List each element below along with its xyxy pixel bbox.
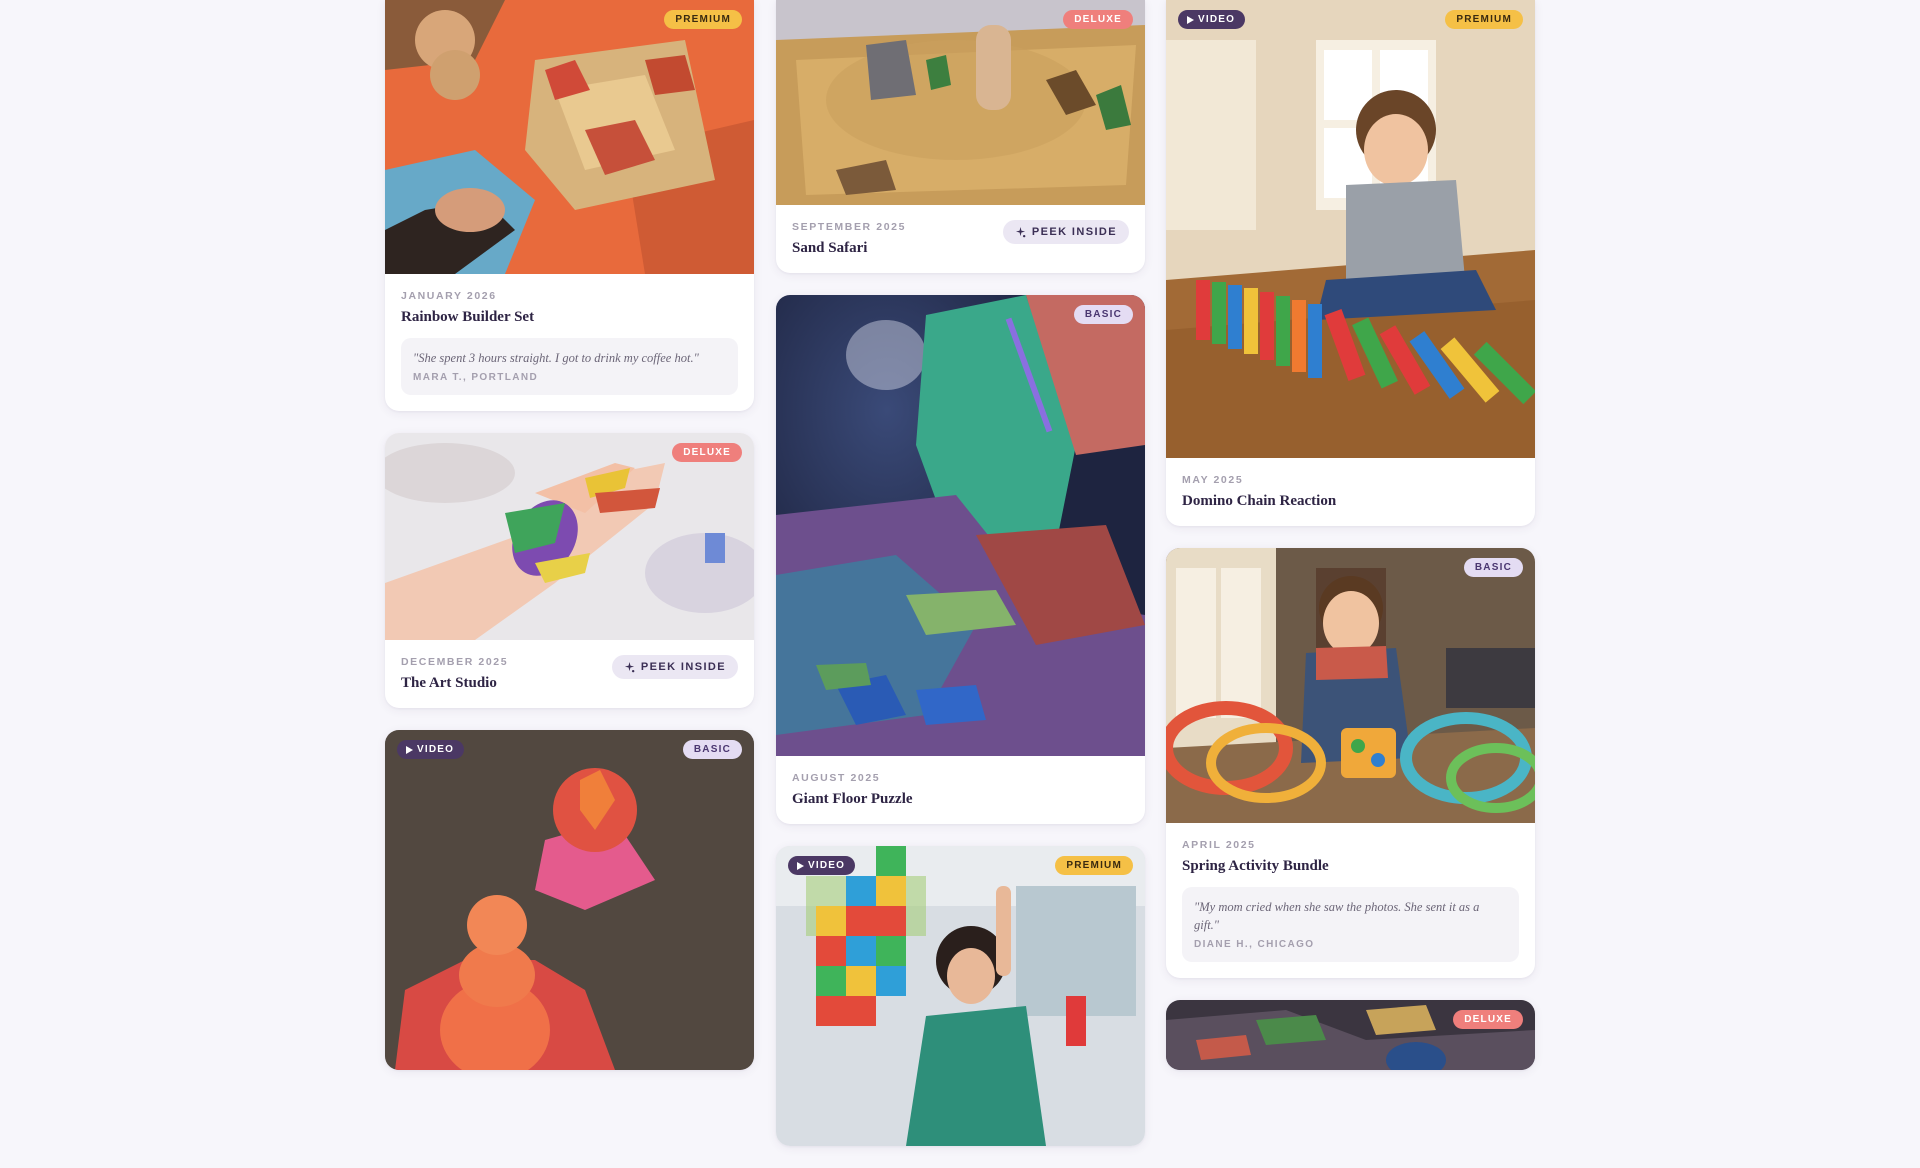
card-info: JANUARY 2026 Rainbow Builder Set "She sp…: [385, 274, 754, 411]
tier-badge: PREMIUM: [664, 10, 742, 29]
clay-figures-photo: [385, 730, 754, 1070]
tier-badge: BASIC: [1463, 558, 1523, 577]
box-photo[interactable]: BASIC: [776, 295, 1145, 756]
box-photo[interactable]: DELUXE: [776, 0, 1145, 205]
box-date: MAY 2025: [1182, 474, 1244, 486]
card-info: AUGUST 2025 Giant Floor Puzzle: [776, 756, 1145, 824]
box-card-giant-floor-puzzle[interactable]: BASIC AUGUST 2025 Giant Floor Puzzle: [776, 295, 1145, 824]
tier-badge: DELUXE: [672, 443, 742, 462]
slinky-child-photo: [1166, 548, 1535, 823]
box-title[interactable]: Giant Floor Puzzle: [792, 791, 1129, 808]
box-photo[interactable]: VIDEO PREMIUM: [1166, 0, 1535, 458]
box-card-domino-chain-reaction[interactable]: VIDEO PREMIUM MAY 2025 Domino Chain Reac…: [1166, 0, 1535, 526]
box-date: JANUARY 2026: [401, 290, 497, 302]
painted-hand-photo: [385, 433, 754, 640]
card-info: DECEMBER 2025 The Art Studio PEEK INSIDE: [385, 640, 754, 708]
play-icon: [406, 745, 413, 754]
box-card-clay-video[interactable]: VIDEO BASIC: [385, 730, 754, 1070]
testimonial-text: "She spent 3 hours straight. I got to dr…: [413, 351, 699, 365]
video-indicator[interactable]: VIDEO: [788, 856, 856, 875]
play-icon: [1187, 15, 1194, 24]
box-card-sand-safari[interactable]: DELUXE SEPTEMBER 2025 Sand Safari PEEK I…: [776, 0, 1145, 273]
box-title[interactable]: Spring Activity Bundle: [1182, 858, 1519, 875]
tier-badge: DELUXE: [1063, 10, 1133, 29]
box-photo[interactable]: BASIC: [1166, 548, 1535, 823]
box-card-the-art-studio[interactable]: DELUXE DECEMBER 2025 The Art Studio PEEK…: [385, 433, 754, 708]
card-info: SEPTEMBER 2025 Sand Safari PEEK INSIDE: [776, 205, 1145, 273]
box-photo[interactable]: DELUXE: [385, 433, 754, 640]
box-title[interactable]: Rainbow Builder Set: [401, 309, 738, 326]
box-date: AUGUST 2025: [792, 772, 881, 784]
box-photo[interactable]: DELUXE: [1166, 1000, 1535, 1070]
box-card-rainbow-builder-set[interactable]: PREMIUM JANUARY 2026 Rainbow Builder Set…: [385, 0, 754, 411]
sparkle-icon: [1015, 226, 1026, 237]
peek-inside-label: PEEK INSIDE: [1031, 226, 1117, 238]
box-date: APRIL 2025: [1182, 839, 1256, 851]
testimonial: "My mom cried when she saw the photos. S…: [1182, 887, 1519, 962]
testimonial-text: "My mom cried when she saw the photos. S…: [1194, 900, 1480, 932]
wooden-blocks-photo: [385, 0, 754, 274]
tier-badge: BASIC: [682, 740, 742, 759]
testimonial: "She spent 3 hours straight. I got to dr…: [401, 338, 738, 395]
video-indicator[interactable]: VIDEO: [1178, 10, 1246, 29]
peek-inside-button[interactable]: PEEK INSIDE: [611, 655, 738, 679]
sand-dinosaurs-photo: [776, 0, 1145, 205]
tier-badge: PREMIUM: [1055, 856, 1133, 875]
tier-badge: PREMIUM: [1445, 10, 1523, 29]
box-photo[interactable]: VIDEO PREMIUM: [776, 846, 1145, 1146]
testimonial-author: MARA T., PORTLAND: [413, 372, 539, 383]
play-icon: [797, 861, 804, 870]
video-indicator[interactable]: VIDEO: [397, 740, 465, 759]
box-photo[interactable]: PREMIUM: [385, 0, 754, 274]
video-label: VIDEO: [417, 744, 455, 755]
gallery-column-2: DELUXE SEPTEMBER 2025 Sand Safari PEEK I…: [776, 0, 1145, 1168]
card-info: MAY 2025 Domino Chain Reaction: [1166, 458, 1535, 526]
video-label: VIDEO: [808, 860, 846, 871]
box-photo[interactable]: VIDEO BASIC: [385, 730, 754, 1070]
box-card-magnetic-tiles-video[interactable]: VIDEO PREMIUM: [776, 846, 1145, 1146]
peek-inside-button[interactable]: PEEK INSIDE: [1002, 220, 1129, 244]
card-info: APRIL 2025 Spring Activity Bundle "My mo…: [1166, 823, 1535, 978]
magnetic-tower-photo: [776, 846, 1145, 1146]
box-title[interactable]: Domino Chain Reaction: [1182, 493, 1519, 510]
video-label: VIDEO: [1198, 14, 1236, 25]
box-card-road-mat[interactable]: DELUXE: [1166, 1000, 1535, 1070]
sparkle-icon: [624, 661, 635, 672]
domino-child-photo: [1166, 0, 1535, 458]
tier-badge: BASIC: [1073, 305, 1133, 324]
testimonial-author: DIANE H., CHICAGO: [1194, 939, 1315, 950]
gallery-column-3: VIDEO PREMIUM MAY 2025 Domino Chain Reac…: [1166, 0, 1535, 1092]
tier-badge: DELUXE: [1453, 1010, 1523, 1029]
box-card-spring-activity-bundle[interactable]: BASIC APRIL 2025 Spring Activity Bundle …: [1166, 548, 1535, 978]
floor-puzzle-photo: [776, 295, 1145, 756]
gallery-column-1: PREMIUM JANUARY 2026 Rainbow Builder Set…: [385, 0, 754, 1092]
peek-inside-label: PEEK INSIDE: [640, 661, 726, 673]
